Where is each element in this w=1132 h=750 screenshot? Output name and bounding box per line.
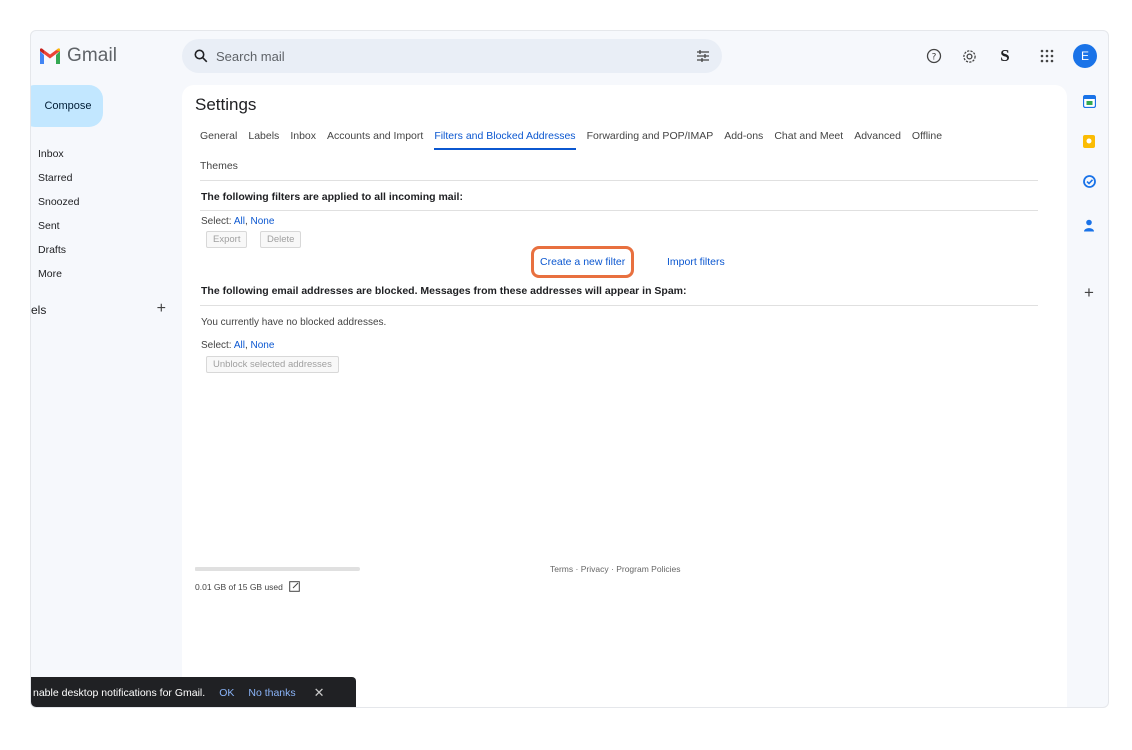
select-label: Select: [201,340,232,351]
tab-general[interactable]: General [200,130,237,152]
blocked-select-row: Select: All, None [201,340,275,351]
filters-select-row: Select: All, None [201,216,275,227]
divider [200,180,1038,181]
sidebar-item-more[interactable]: More [38,262,79,286]
no-blocked-text: You currently have no blocked addresses. [201,317,387,328]
keep-icon[interactable] [1081,133,1097,149]
sidebar-item-inbox[interactable]: Inbox [38,142,79,166]
contacts-icon[interactable] [1081,217,1097,233]
help-icon[interactable]: ? [924,46,944,66]
tab-chat-and-meet[interactable]: Chat and Meet [774,130,843,152]
open-external-icon[interactable] [289,581,300,592]
terms-link[interactable]: Terms [550,564,573,574]
add-label-plus-icon[interactable]: + [157,301,166,317]
sidebar-nav: Inbox Starred Snoozed Sent Drafts More [38,142,79,286]
svg-text:?: ? [932,53,937,63]
compose-button[interactable]: Compose [31,85,103,127]
divider [200,210,1038,211]
search-bar [182,39,722,73]
tasks-icon[interactable] [1081,173,1097,189]
import-filters-link[interactable]: Import filters [667,256,725,268]
select-none-link[interactable]: None [251,340,275,351]
notification-toast: nable desktop notifications for Gmail. O… [31,677,356,707]
export-button[interactable]: Export [206,231,248,248]
gmail-logo[interactable]: Gmail [39,45,117,67]
create-new-filter-link[interactable]: Create a new filter [531,246,635,278]
tab-offline[interactable]: Offline [912,130,942,152]
apps-grid-icon[interactable] [1037,46,1057,66]
storage-usage-text: 0.01 GB of 15 GB used [195,581,283,592]
unblock-selected-button[interactable]: Unblock selected addresses [206,356,339,373]
toast-message: nable desktop notifications for Gmail. [33,687,206,699]
divider [200,305,1038,306]
gmail-m-icon [40,47,60,64]
toast-no-thanks-button[interactable]: No thanks [248,687,295,699]
program-policies-link[interactable]: Program Policies [616,564,680,574]
tab-advanced[interactable]: Advanced [854,130,901,152]
footer-links: Terms · Privacy · Program Policies [550,564,681,574]
tab-filters-and-blocked-addresses[interactable]: Filters and Blocked Addresses [434,130,576,152]
gmail-wordmark: Gmail [67,45,118,66]
toast-ok-button[interactable]: OK [219,687,234,699]
delete-button[interactable]: Delete [260,231,302,248]
tab-inbox[interactable]: Inbox [290,130,316,152]
search-input[interactable] [216,48,696,64]
calendar-icon[interactable] [1081,93,1097,109]
tab-themes[interactable]: Themes [200,160,238,182]
select-label: Select: [201,216,232,227]
sidebar-item-starred[interactable]: Starred [38,166,79,190]
storage-usage: 0.01 GB of 15 GB used [195,581,300,592]
add-addon-plus-icon[interactable]: + [1081,283,1097,302]
settings-tabs: General Labels Inbox Accounts and Import… [200,130,942,182]
select-none-link[interactable]: None [251,216,275,227]
tab-add-ons[interactable]: Add-ons [724,130,763,152]
sidebar-item-snoozed[interactable]: Snoozed [38,190,79,214]
search-options-icon[interactable] [696,49,710,63]
select-all-link[interactable]: All [234,216,245,227]
page-title: Settings [195,95,257,114]
labels-section: els + [31,301,166,318]
settings-panel: Settings General Labels Inbox Accounts a… [182,85,1067,707]
sidebar-item-drafts[interactable]: Drafts [38,238,79,262]
storage-bar-fill [195,567,197,571]
select-all-link[interactable]: All [234,340,245,351]
privacy-link[interactable]: Privacy [581,564,609,574]
blocked-heading: The following email addresses are blocke… [201,285,687,297]
tab-accounts-and-import[interactable]: Accounts and Import [327,130,423,152]
tab-forwarding-and-pop-imap[interactable]: Forwarding and POP/IMAP [587,130,714,152]
filters-heading: The following filters are applied to all… [201,191,463,203]
account-avatar[interactable]: E [1073,44,1097,68]
sidebar-item-sent[interactable]: Sent [38,214,79,238]
storage-bar [195,567,360,571]
labels-heading: els [31,303,47,317]
tab-labels[interactable]: Labels [248,130,279,152]
org-logo[interactable]: S [995,46,1015,66]
gmail-window: Gmail ? S E Compose Inbox Sta [30,30,1109,708]
search-icon[interactable] [194,49,208,63]
settings-gear-icon[interactable] [959,46,979,66]
toast-close-icon[interactable]: ✕ [314,685,325,701]
